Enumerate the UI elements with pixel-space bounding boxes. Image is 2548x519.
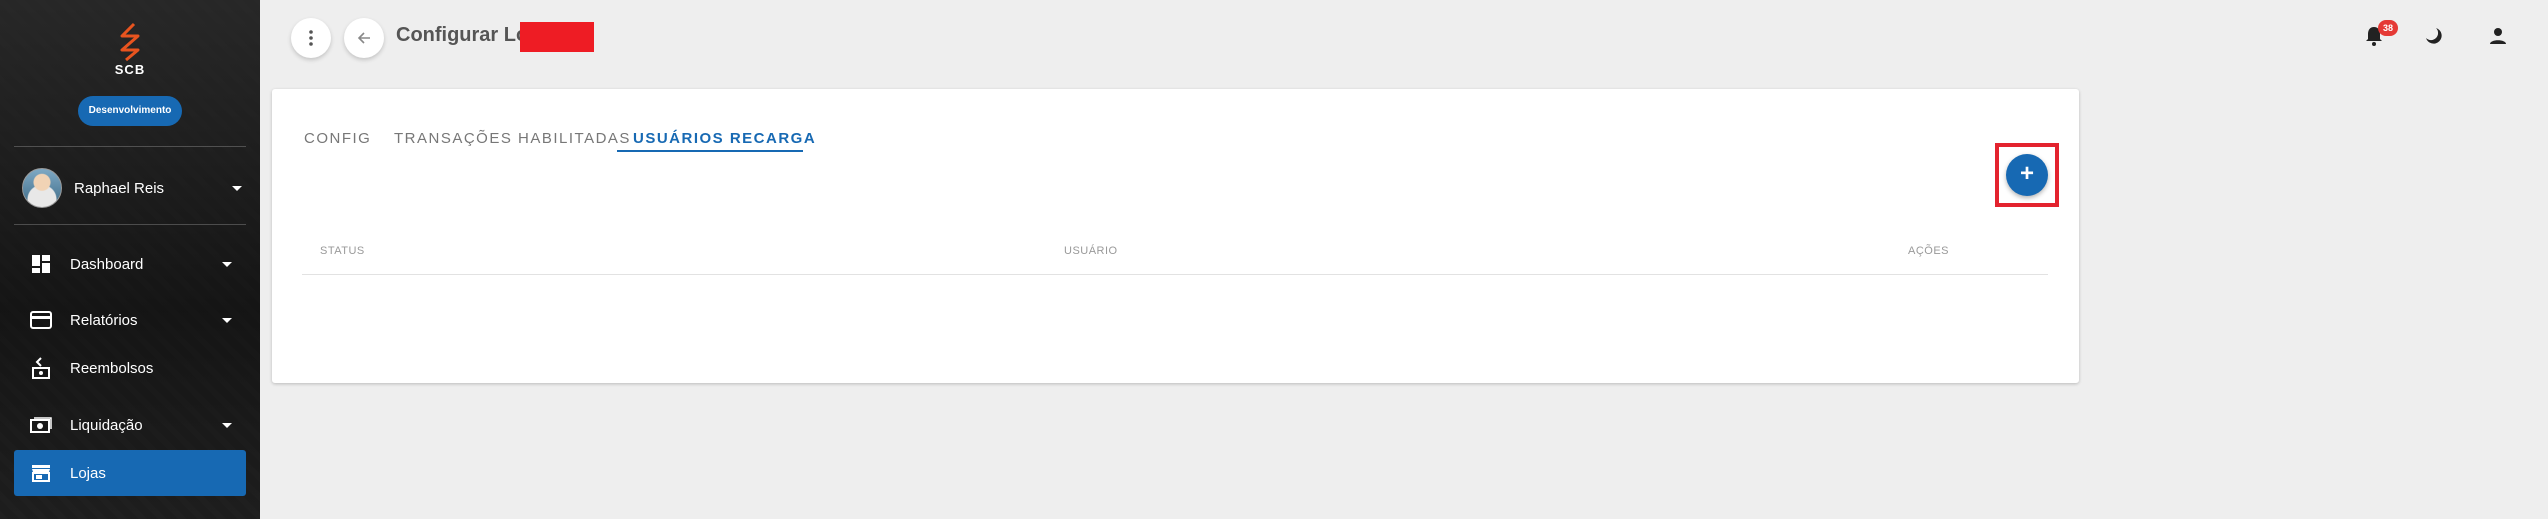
arrow-back-icon: [357, 32, 370, 44]
logo-text: SCB: [114, 62, 146, 77]
tab-transacoes-habilitadas[interactable]: TRANSAÇÕES HABILITADAS: [394, 119, 631, 159]
menu-button[interactable]: [291, 18, 331, 58]
theme-toggle-button[interactable]: [2420, 22, 2448, 50]
divider: [14, 146, 246, 147]
plus-icon: +: [2019, 160, 2034, 187]
store-icon: [30, 462, 52, 484]
sidebar-item-label: Reembolsos: [70, 359, 154, 377]
column-header-status: STATUS: [320, 245, 365, 257]
user-avatar: [22, 168, 62, 208]
logo: SCB: [108, 22, 152, 78]
sidebar-item-dashboard[interactable]: Dashboard: [14, 241, 246, 287]
sidebar: SCB Desenvolvimento Raphael Reis Dashboa…: [0, 0, 260, 519]
column-header-acoes: AÇÕES: [1908, 245, 1950, 257]
chevron-down-icon: [232, 185, 242, 191]
account-button[interactable]: [2484, 22, 2512, 50]
table-divider: [302, 274, 2048, 275]
column-header-usuario: USUÁRIO: [1064, 245, 1118, 257]
chevron-down-icon: [222, 261, 232, 267]
sidebar-item-relatorios[interactable]: Relatórios: [14, 297, 246, 343]
store-config-card: CONFIG TRANSAÇÕES HABILITADAS USUÁRIOS R…: [272, 89, 2079, 383]
notification-count-badge: 38: [2378, 20, 2398, 36]
logo-mark-icon: [120, 22, 140, 62]
dashboard-icon: [30, 253, 52, 275]
divider: [14, 224, 246, 225]
sidebar-item-label: Lojas: [70, 464, 106, 482]
sidebar-item-lojas[interactable]: Lojas: [14, 450, 246, 496]
person-icon: [2490, 28, 2506, 44]
tab-config[interactable]: CONFIG: [304, 119, 371, 159]
refund-icon: [30, 357, 52, 379]
sidebar-item-reembolsos[interactable]: Reembolsos: [14, 345, 246, 391]
user-name: Raphael Reis: [74, 179, 165, 197]
sidebar-item-label: Liquidação: [70, 416, 143, 434]
chevron-down-icon: [222, 317, 232, 323]
moon-icon: [2426, 28, 2442, 44]
active-tab-indicator: [617, 150, 803, 152]
tab-usuarios-recarga[interactable]: USUÁRIOS RECARGA: [633, 119, 816, 159]
chevron-down-icon: [222, 422, 232, 428]
more-vert-icon: [309, 30, 313, 46]
environment-badge[interactable]: Desenvolvimento: [78, 96, 182, 126]
sidebar-item-label: Dashboard: [70, 255, 144, 273]
cash-icon: [30, 414, 52, 436]
back-button[interactable]: [344, 18, 384, 58]
user-menu[interactable]: Raphael Reis: [22, 168, 242, 208]
credit-card-icon: [30, 309, 52, 331]
sidebar-item-liquidacao[interactable]: Liquidação: [14, 402, 246, 448]
sidebar-item-label: Relatórios: [70, 311, 138, 329]
redacted-store-name: [520, 22, 594, 52]
add-user-button[interactable]: +: [2006, 154, 2048, 196]
